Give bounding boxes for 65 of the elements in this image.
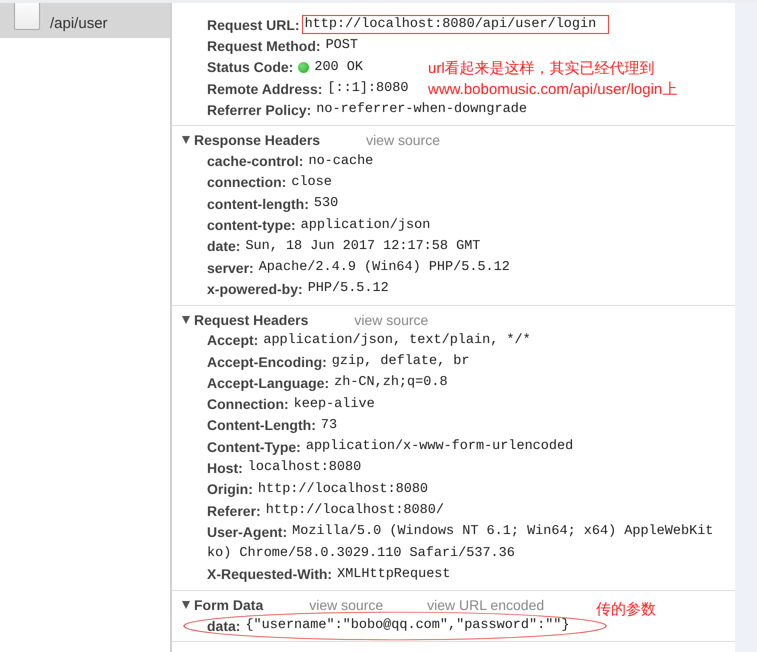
header-name: Content-Type:: [207, 438, 301, 455]
header-name: Request URL:: [207, 16, 300, 33]
header-value: 73: [320, 418, 338, 433]
header-value: application/x-www-form-urlencoded: [306, 439, 574, 454]
header-name: Connection:: [207, 396, 289, 412]
header-name: Host:: [207, 460, 243, 476]
header-name: Accept-Encoding:: [207, 354, 327, 370]
header-name: Status Code:: [207, 59, 294, 76]
header-value: 530: [314, 196, 338, 212]
header-name: Origin:: [207, 481, 253, 498]
header-name: User-Agent:: [207, 524, 288, 540]
header-value: ko) Chrome/58.0.3029.110 Safari/537.36: [207, 546, 515, 561]
header-value: PHP/5.5.12: [308, 281, 389, 296]
view-link[interactable]: view source: [366, 132, 440, 148]
view-link[interactable]: view source: [309, 597, 384, 614]
annotation-text: 传的参数: [596, 598, 656, 620]
header-name: content-length:: [207, 196, 309, 212]
header-value: no-cache: [308, 154, 374, 169]
request-list-item[interactable]: /api/user: [0, 3, 170, 38]
header-value: close: [291, 174, 332, 190]
expand-triangle-icon[interactable]: [182, 316, 190, 324]
expand-triangle-icon[interactable]: [182, 601, 190, 610]
annotation-text: url看起来是这样，其实已经代理到 www.bobomusic.com/api/user/login上: [428, 59, 678, 100]
header-name: Accept-Language:: [207, 374, 330, 391]
view-link[interactable]: view URL encoded: [427, 597, 544, 614]
header-value: application/json: [300, 218, 430, 233]
section-title[interactable]: Response Headers: [194, 132, 320, 148]
header-value: zh-CN,zh;q=0.8: [334, 375, 448, 390]
view-link[interactable]: view source: [354, 312, 428, 328]
header-value: keep-alive: [294, 396, 375, 412]
header-name: Accept:: [207, 332, 258, 348]
header-name: Remote Address:: [207, 80, 322, 97]
section-title[interactable]: Request Headers: [194, 312, 308, 328]
header-value: Apache/2.4.9 (Win64) PHP/5.5.12: [258, 260, 510, 276]
section-title[interactable]: Form Data: [194, 597, 264, 614]
expand-triangle-icon[interactable]: [182, 136, 190, 144]
header-name: Content-Length:: [207, 417, 316, 434]
header-name: data:: [207, 618, 240, 634]
header-value: no-referrer-when-downgrade: [316, 102, 527, 118]
header-name: date:: [207, 238, 240, 254]
header-value: application/json, text/plain, */*: [263, 332, 531, 348]
header-value: gzip, deflate, br: [332, 354, 470, 369]
header-value: http://localhost:8080: [258, 482, 428, 497]
header-name: Referer:: [207, 502, 261, 519]
header-value: http://localhost:8080/: [266, 503, 444, 518]
header-value: XMLHttpRequest: [337, 566, 451, 582]
header-value: {"username":"bobo@qq.com","password":""}: [245, 618, 570, 634]
header-value: Sun, 18 Jun 2017 12:17:58 GMT: [245, 238, 480, 254]
header-value: POST: [326, 38, 358, 54]
header-name: connection:: [207, 174, 286, 190]
status-dot-icon: [298, 62, 310, 73]
header-name: x-powered-by:: [207, 280, 303, 297]
header-name: X-Requested-With:: [207, 566, 332, 582]
header-name: cache-control:: [207, 153, 304, 170]
header-name: Request Method:: [207, 38, 321, 54]
header-value: 200 OK: [314, 60, 363, 75]
header-value: localhost:8080: [248, 460, 362, 476]
header-value: [::1]:8080: [327, 81, 408, 96]
highlighted-url: http://localhost:8080/api/user/login: [302, 15, 610, 34]
header-name: Referrer Policy:: [207, 102, 312, 118]
header-name: server:: [207, 260, 254, 276]
header-name: content-type:: [207, 217, 296, 234]
file-icon: [14, 3, 40, 30]
request-path: /api/user: [50, 14, 108, 34]
header-value: Mozilla/5.0 (Windows NT 6.1; Win64; x64) AppleWebKit: [292, 524, 714, 540]
